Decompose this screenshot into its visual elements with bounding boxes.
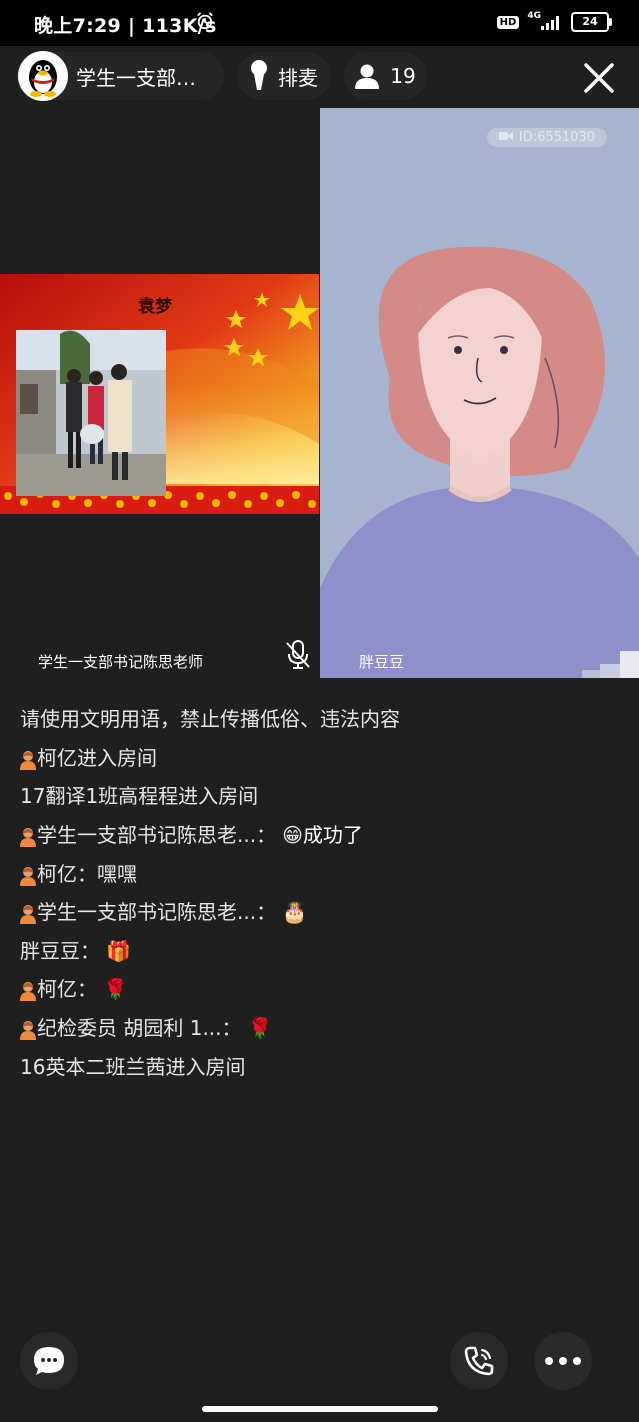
chat-emoji: 🌹 <box>247 1016 273 1041</box>
chat-message-text: 柯亿进入房间 <box>37 745 157 770</box>
more-dots-icon <box>545 1357 581 1365</box>
chat-message: 柯亿：嘿嘿 <box>20 854 619 893</box>
notice-text: 请使用文明用语，禁止传播低俗、违法内容 <box>20 707 400 732</box>
queue-label: 排麦 <box>278 65 318 90</box>
hd-badge: HD <box>496 15 520 29</box>
chat-list[interactable]: 请使用文明用语，禁止传播低俗、违法内容 柯亿进入房间 17翻译1班高程程进入房间学… <box>20 700 619 1086</box>
battery-indicator: 24 <box>571 12 612 32</box>
chat-message: 胖豆豆： 🎁 <box>20 932 619 971</box>
chat-message-text: 16英本二班兰茜进入房间 <box>20 1054 246 1079</box>
network-type: 4G <box>527 11 541 21</box>
mic-muted-icon <box>286 640 310 669</box>
chat-message: 17翻译1班高程程进入房间 <box>20 777 619 816</box>
right-speaker-name: 胖豆豆 <box>359 653 405 671</box>
comment-button[interactable] <box>20 1332 78 1390</box>
chat-message: 柯亿进入房间 <box>20 739 619 778</box>
user-avatar-icon <box>20 1021 36 1041</box>
chat-message-text: 柯亿：嘿嘿 <box>37 861 137 886</box>
room-info-button[interactable]: 学生一支部… <box>16 51 224 101</box>
video-tile-right[interactable]: ID:6551030 <box>320 108 639 678</box>
chat-message: 纪检委员 胡园利 1...： 🌹 <box>20 1009 619 1048</box>
user-avatar-icon <box>20 905 36 925</box>
chat-emoji: 🎁 <box>106 938 131 963</box>
microphone-icon <box>251 60 267 90</box>
chat-message-text: 学生一支部书记陈思老...： <box>37 900 277 925</box>
penguin-icon <box>29 60 57 97</box>
camera-icon <box>498 132 513 140</box>
room-name: 学生一支部… <box>76 65 196 90</box>
status-bar: 晚上7:29 | 113K/s HD 4G 24 <box>0 0 639 46</box>
person-icon <box>355 64 380 89</box>
home-indicator[interactable] <box>202 1406 438 1412</box>
chat-message: 16英本二班兰茜进入房间 <box>20 1047 619 1086</box>
chat-emoji: 😁 <box>282 823 303 848</box>
user-avatar-icon <box>20 828 36 848</box>
close-icon[interactable] <box>583 62 615 94</box>
chat-message: 学生一支部书记陈思老...： 🎂 <box>20 893 619 932</box>
signal-icon <box>541 16 559 30</box>
chat-message: 柯亿： 🌹 <box>20 970 619 1009</box>
user-avatar-icon <box>20 982 36 1002</box>
voice-call-button[interactable] <box>450 1332 508 1390</box>
status-time: 晚上7:29 | 113K/s <box>34 15 217 37</box>
chat-message-text: 胖豆豆： <box>20 938 100 963</box>
chat-bubble-icon <box>34 1347 64 1375</box>
room-avatar <box>18 51 68 101</box>
user-avatar-icon <box>20 866 36 886</box>
phone-icon <box>464 1346 494 1376</box>
video-tile-left[interactable]: 袁梦 <box>0 274 319 514</box>
chat-notice: 请使用文明用语，禁止传播低俗、违法内容 <box>20 700 619 739</box>
avatar-illustration <box>320 246 639 678</box>
chat-message-text: 柯亿： <box>37 977 97 1002</box>
chat-emoji: 🌹 <box>103 977 128 1002</box>
chat-emoji: 🎂 <box>282 900 307 925</box>
member-count-button[interactable]: 19 <box>344 52 426 100</box>
queue-mic-button[interactable]: 排麦 <box>238 52 330 100</box>
chat-message-text: 学生一支部书记陈思老...： <box>37 823 277 848</box>
chat-message-text: 17翻译1班高程程进入房间 <box>20 784 259 809</box>
left-speaker-name: 学生一支部书记陈思老师 <box>38 653 204 671</box>
alarm-icon <box>197 12 213 30</box>
more-options-button[interactable] <box>534 1332 592 1390</box>
chat-message-extra: 成功了 <box>302 823 363 848</box>
user-avatar-icon <box>20 750 36 770</box>
slide-title: 袁梦 <box>138 297 172 317</box>
video-id-badge: ID:6551030 <box>486 128 607 147</box>
video-id: ID:6551030 <box>518 130 595 145</box>
member-count: 19 <box>390 64 416 88</box>
chat-message-text: 纪检委员 胡园利 1...： <box>37 1016 242 1041</box>
chat-message: 学生一支部书记陈思老...： 😁 成功了 <box>20 816 619 855</box>
